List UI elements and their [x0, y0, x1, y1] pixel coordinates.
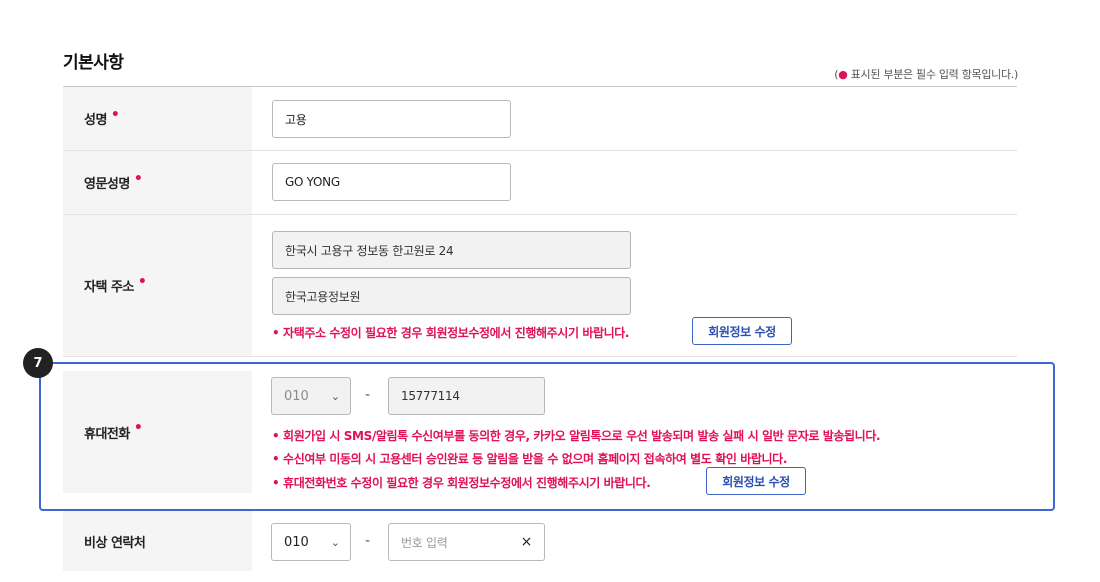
name-label-text: 성명	[84, 113, 107, 128]
address-notice: • 자택주소 수정이 필요한 경우 회원정보수정에서 진행해주시기 바랍니다.	[272, 326, 630, 340]
address-label-text: 자택 주소	[84, 280, 134, 295]
mobile-dash: -	[365, 387, 371, 403]
mobile-prefix-select: 010 ⌄	[271, 377, 351, 415]
mobile-label: 휴대전화 •	[63, 371, 252, 493]
eng-name-label: 영문성명 •	[63, 151, 252, 214]
name-field-cell: 고용	[252, 87, 1017, 150]
name-label: 성명 •	[63, 87, 252, 150]
section-title: 기본사항	[63, 53, 124, 73]
name-input[interactable]: 고용	[272, 100, 511, 138]
address-field-cell: 한국시 고용구 정보동 한고원로 24 한국고용정보원 • 자택주소 수정이 필…	[252, 215, 1017, 356]
edit-member-info-button[interactable]: 회원정보 수정	[692, 317, 792, 345]
row-eng-name: 영문성명 • GO YONG	[63, 151, 1017, 215]
mobile-notice-1: • 회원가입 시 SMS/알림톡 수신여부를 동의한 경우, 카카오 알림톡으로…	[272, 429, 881, 443]
emergency-placeholder: 번호 입력	[401, 535, 448, 550]
mobile-number-input: 15777114	[388, 377, 545, 415]
eng-name-field-cell: GO YONG	[252, 151, 1017, 214]
chevron-down-icon: ⌄	[330, 535, 340, 549]
chevron-down-icon: ⌄	[330, 389, 340, 403]
address-label: 자택 주소 •	[63, 215, 252, 356]
required-mark-icon: •	[110, 106, 120, 123]
emergency-field-cell: 010 ⌄ - 번호 입력 ×	[252, 511, 1017, 571]
row-mobile: 휴대전화 • 010 ⌄ - 15777114 • 회원가입 시 SMS/알림톡…	[63, 357, 1017, 511]
basic-info-form: 성명 • 고용 영문성명 • GO YONG 자택 주소 • 한국시 고용구 정…	[63, 86, 1017, 571]
mobile-prefix-value: 010	[284, 388, 309, 404]
row-address: 자택 주소 • 한국시 고용구 정보동 한고원로 24 한국고용정보원 • 자택…	[63, 215, 1017, 357]
address-line1-input: 한국시 고용구 정보동 한고원로 24	[272, 231, 631, 269]
emergency-number-input[interactable]: 번호 입력 ×	[388, 523, 545, 561]
eng-name-label-text: 영문성명	[84, 177, 130, 192]
required-dot-icon: ●	[838, 68, 848, 81]
required-mark-icon: •	[137, 273, 147, 290]
mobile-label-text: 휴대전화	[84, 426, 130, 442]
mobile-field-cell: 010 ⌄ - 15777114 • 회원가입 시 SMS/알림톡 수신여부를 …	[252, 357, 1017, 511]
step-badge: 7	[23, 348, 53, 378]
emergency-label: 비상 연락처	[63, 511, 252, 571]
required-mark-icon: •	[133, 170, 143, 187]
required-mark-icon: •	[133, 420, 143, 436]
emergency-dash: -	[365, 533, 371, 549]
mobile-notice-2: • 수신여부 미동의 시 고용센터 승인완료 등 알림을 받을 수 없으며 홈페…	[272, 452, 787, 466]
eng-name-input[interactable]: GO YONG	[272, 163, 511, 201]
emergency-label-text: 비상 연락처	[84, 535, 146, 551]
clear-icon[interactable]: ×	[521, 534, 533, 550]
row-emergency: 비상 연락처 010 ⌄ - 번호 입력 ×	[63, 511, 1017, 571]
emergency-prefix-select[interactable]: 010 ⌄	[271, 523, 351, 561]
required-note-text: 표시된 부분은 필수 입력 항목입니다.)	[847, 68, 1019, 81]
edit-member-info-button-mobile[interactable]: 회원정보 수정	[706, 467, 806, 495]
mobile-notice-3: • 휴대전화번호 수정이 필요한 경우 회원정보수정에서 진행해주시기 바랍니다…	[272, 476, 651, 490]
required-note: (● 표시된 부분은 필수 입력 항목입니다.)	[834, 66, 1018, 82]
address-line2-input: 한국고용정보원	[272, 277, 631, 315]
row-name: 성명 • 고용	[63, 87, 1017, 151]
emergency-prefix-value: 010	[284, 534, 309, 550]
